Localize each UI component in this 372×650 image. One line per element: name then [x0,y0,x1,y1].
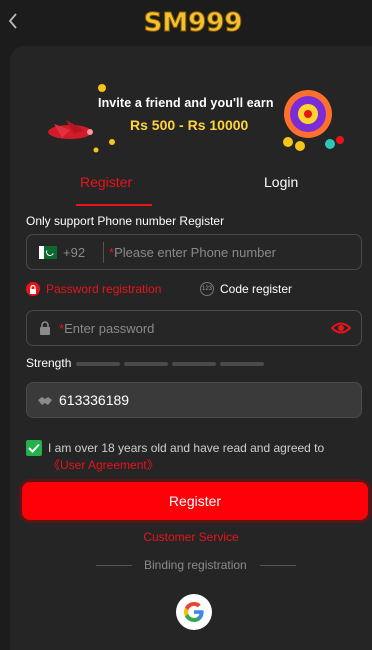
code-register-option[interactable]: 123 Code register [200,282,292,296]
agree-checkbox[interactable] [26,440,42,456]
svg-text:SM999: SM999 [144,8,243,36]
strength-bar [220,362,264,366]
chevron-left-icon [8,13,17,29]
binding-registration: Binding registration [96,558,296,574]
top-bar: SM999 [0,0,372,44]
banner-reward: Rs 500 - Rs 10000 [130,117,249,133]
password-registration-label: Password registration [46,282,162,296]
age-agreement: I am over 18 years old and have read and… [26,440,362,474]
auth-tabs: Register Login [24,164,364,208]
logo: SM999 [143,8,243,36]
agree-text: I am over 18 years old and have read and… [48,441,325,472]
binding-line-left [96,565,132,566]
customer-service-link[interactable]: Customer Service [10,530,372,544]
strength-label: Strength [26,356,72,370]
password-placeholder: *Enter password [59,321,155,336]
phone-placeholder: *Please enter Phone number [109,245,276,260]
strength-bar [172,362,216,366]
password-registration-option[interactable]: Password registration [26,282,161,296]
tab-register[interactable]: Register [80,174,132,190]
register-button[interactable]: Register [22,482,368,520]
pakistan-flag-icon [39,246,57,259]
active-tab-indicator [76,204,152,206]
google-login-button[interactable] [176,594,212,630]
binding-label: Binding registration [144,558,247,572]
registration-options: Password registration 123 Code register [26,282,362,302]
strength-bar [76,362,120,366]
phone-field[interactable]: +92 *Please enter Phone number [26,234,362,270]
code-register-label: Code register [220,282,293,296]
invite-code-value: 613336189 [59,392,130,408]
password-strength: Strength [26,356,362,372]
country-code[interactable]: +92 [63,245,85,260]
airplane-icon [48,120,93,139]
padlock-icon [39,321,51,340]
back-button[interactable] [4,10,22,32]
handshake-icon [37,394,53,412]
code-icon: 123 [200,282,214,296]
invite-code-field[interactable]: 613336189 [26,382,362,418]
banner-art [48,84,344,153]
register-page: SM999 Invite a friend and you'll earn Rs… [0,0,372,650]
binding-line-right [260,565,296,566]
lock-icon [26,282,40,296]
strength-bar [124,362,168,366]
password-field[interactable]: *Enter password [26,310,362,346]
field-divider [103,242,104,263]
invite-banner[interactable]: Invite a friend and you'll earn Rs 500 -… [44,68,354,160]
register-card: Invite a friend and you'll earn Rs 500 -… [10,46,372,650]
google-icon [184,602,204,622]
eye-icon[interactable] [330,321,352,340]
checkmark-icon [28,443,40,453]
prize-wheel-icon [283,90,344,151]
user-agreement-link[interactable]: 《User Agreement》 [48,458,159,472]
tab-login[interactable]: Login [264,174,298,190]
phone-support-label: Only support Phone number Register [26,214,225,228]
banner-headline: Invite a friend and you'll earn [98,96,274,110]
